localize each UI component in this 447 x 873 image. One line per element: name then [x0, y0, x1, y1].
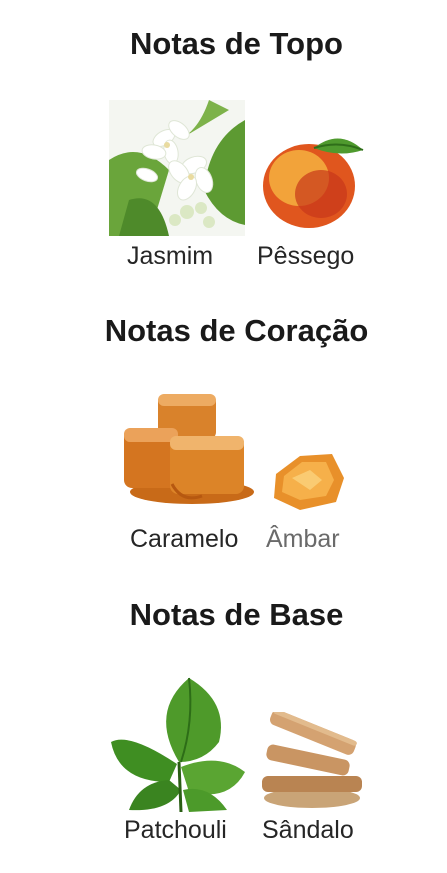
note-label: Pêssego	[257, 242, 355, 270]
jasmine-flower-image	[109, 100, 245, 236]
section-title: Notas de Base	[129, 597, 344, 632]
note-label: Jasmim	[127, 242, 214, 270]
patchouli-leaves-image	[109, 672, 249, 812]
note-label: Sândalo	[262, 816, 354, 844]
caramel-cubes-image	[122, 388, 256, 506]
amber-resin-image	[270, 452, 346, 512]
note-label: Caramelo	[130, 525, 239, 553]
note-label: Âmbar	[266, 525, 340, 553]
section-title: Notas de Topo	[130, 26, 343, 61]
sandalwood-sticks-image	[262, 712, 362, 808]
peach-image	[259, 128, 367, 232]
note-label: Patchouli	[124, 816, 227, 844]
section-title: Notas de Coração	[104, 313, 369, 348]
